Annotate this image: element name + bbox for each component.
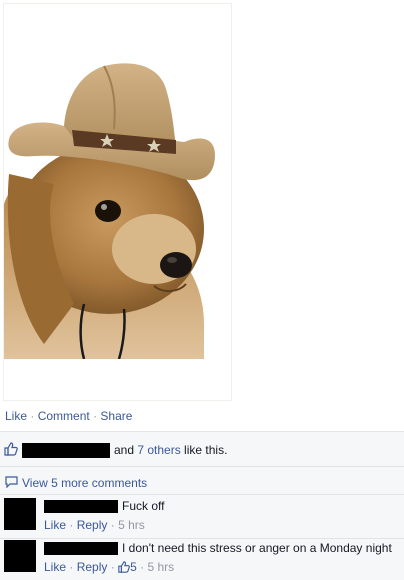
separator: · (30, 409, 35, 423)
comment-actions: Like · Reply · 5 · 5 hrs (44, 560, 174, 574)
likes-text-after: like this. (180, 443, 228, 457)
comment-item: I don't need this stress or anger on a M… (0, 540, 404, 580)
avatar[interactable] (4, 498, 36, 530)
share-link[interactable]: Share (100, 409, 132, 423)
thumbs-up-icon (118, 561, 130, 573)
redacted-name[interactable] (44, 500, 118, 513)
post-photo-frame[interactable] (3, 3, 232, 401)
separator: · (93, 409, 98, 423)
comment-like-count[interactable]: 5 (130, 560, 137, 574)
view-more-comments-link[interactable]: View 5 more comments (22, 476, 147, 490)
likes-text-before: and (114, 443, 138, 457)
feedback-section: and 7 others like this. View 5 more comm… (0, 431, 404, 580)
redacted-name (22, 443, 110, 458)
comment-timestamp[interactable]: 5 hrs (147, 560, 174, 574)
comment-item: Fuck off Like · Reply · 5 hrs (0, 498, 404, 539)
separator: · (69, 518, 74, 532)
dog-in-cowboy-hat-image (4, 63, 215, 359)
comment-reply-link[interactable]: Reply (77, 518, 108, 532)
separator: · (110, 560, 115, 574)
comment-link[interactable]: Comment (38, 409, 90, 423)
likes-text: and 7 others like this. (114, 442, 227, 458)
comment-reply-link[interactable]: Reply (77, 560, 108, 574)
likes-summary: and 7 others like this. (0, 432, 404, 467)
comment-like-link[interactable]: Like (44, 518, 66, 532)
comment-timestamp[interactable]: 5 hrs (118, 518, 145, 532)
comment-text: Fuck off (122, 499, 165, 513)
separator: · (69, 560, 74, 574)
post-action-bar: Like · Comment · Share (5, 408, 132, 424)
comment-like-link[interactable]: Like (44, 560, 66, 574)
separator: · (110, 518, 115, 532)
comment-text: I don't need this stress or anger on a M… (122, 541, 392, 555)
others-link[interactable]: 7 others (137, 443, 180, 457)
post-photo[interactable] (4, 4, 231, 359)
separator: · (140, 560, 145, 574)
like-link[interactable]: Like (5, 409, 27, 423)
view-more-comments-row[interactable]: View 5 more comments (0, 468, 404, 495)
comment-bubble-icon (5, 476, 18, 488)
avatar[interactable] (4, 540, 36, 572)
comment-actions: Like · Reply · 5 hrs (44, 518, 145, 532)
redacted-name[interactable] (44, 542, 118, 555)
thumbs-up-icon (4, 442, 18, 456)
